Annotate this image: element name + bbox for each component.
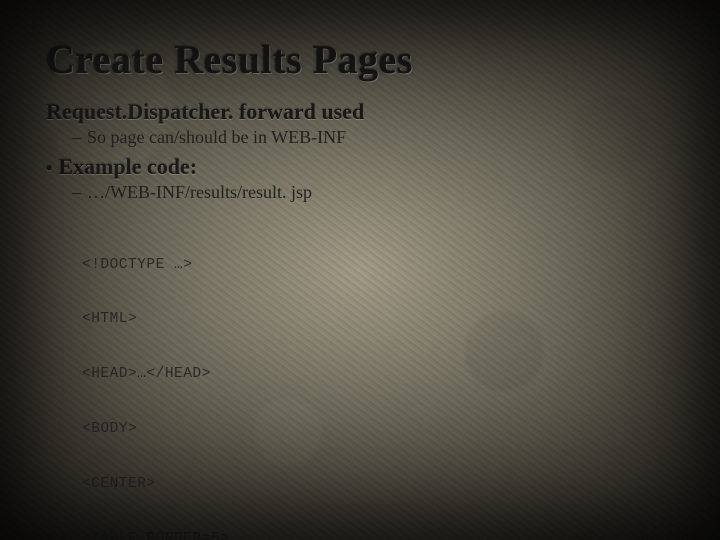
code-line: <CENTER>: [82, 475, 674, 493]
sub2-detail: …/WEB-INF/results/result. jsp: [87, 182, 312, 203]
subheading-1: Request.Dispatcher. forward used: [46, 99, 674, 125]
code-line: <TABLE BORDER=5>: [82, 530, 674, 540]
subheading-2: Example code:: [58, 154, 197, 180]
sub2-detail-row: – …/WEB-INF/results/result. jsp: [72, 182, 674, 203]
subheading-2-row: • Example code:: [46, 154, 674, 180]
dash-icon: –: [72, 127, 81, 148]
sub1-detail-row: – So page can/should be in WEB-INF: [72, 127, 674, 148]
slide-title: Create Results Pages: [46, 36, 674, 83]
code-block: <!DOCTYPE …> <HTML> <HEAD>…</HEAD> <BODY…: [82, 219, 674, 540]
slide: Create Results Pages Request.Dispatcher.…: [0, 0, 720, 540]
code-line: <HEAD>…</HEAD>: [82, 365, 674, 383]
sub1-detail: So page can/should be in WEB-INF: [87, 127, 346, 148]
code-line: <HTML>: [82, 310, 674, 328]
dash-icon: –: [72, 182, 81, 203]
bullet-icon: •: [46, 159, 52, 177]
code-line: <!DOCTYPE …>: [82, 256, 674, 274]
code-line: <BODY>: [82, 420, 674, 438]
